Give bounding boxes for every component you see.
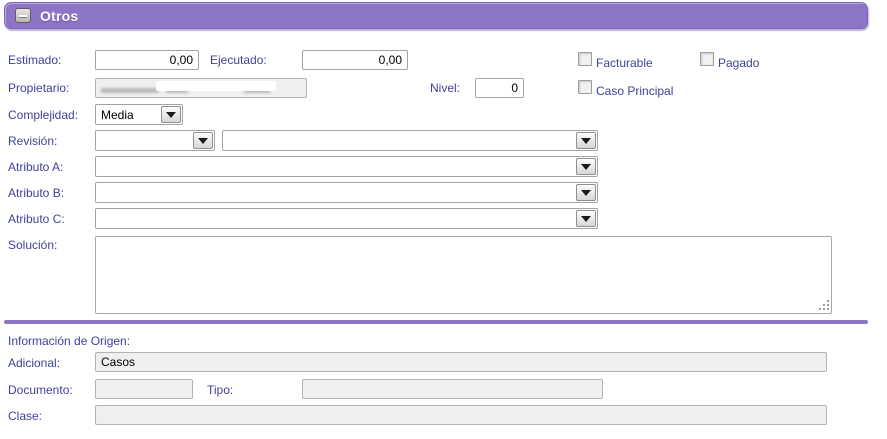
- ejecutado-input[interactable]: [302, 50, 408, 70]
- ejecutado-label: Ejecutado:: [210, 53, 267, 67]
- pagado-checkbox[interactable]: [700, 52, 714, 66]
- chevron-down-icon[interactable]: [576, 158, 596, 175]
- otros-panel: Otros Estimado: Ejecutado: Facturable Pa…: [0, 0, 887, 439]
- solucion-textarea[interactable]: [95, 236, 832, 314]
- panel-header: Otros: [4, 2, 868, 29]
- chevron-down-icon[interactable]: [576, 184, 596, 201]
- estimado-input[interactable]: [95, 50, 199, 70]
- complejidad-label: Complejidad:: [8, 108, 79, 122]
- clase-field: [95, 405, 827, 425]
- propietario-field: [95, 78, 307, 98]
- adicional-value: Casos: [101, 355, 136, 369]
- chevron-down-icon[interactable]: [161, 106, 181, 123]
- resize-grip-icon[interactable]: [819, 300, 830, 311]
- estimado-label: Estimado:: [8, 53, 62, 67]
- clase-label: Clase:: [8, 409, 43, 423]
- revision-select[interactable]: [95, 130, 215, 151]
- minus-icon: [19, 14, 27, 17]
- origen-section-label: Información de Origen:: [8, 334, 131, 348]
- caso-principal-checkbox[interactable]: [578, 80, 592, 94]
- atributo-c-select[interactable]: [95, 208, 598, 229]
- revision-label: Revisión:: [8, 134, 58, 148]
- atributo-a-select[interactable]: [95, 156, 598, 177]
- atributo-c-label: Atributo C:: [8, 212, 65, 226]
- redaction-overlay: [156, 81, 276, 91]
- chevron-down-icon[interactable]: [576, 132, 596, 149]
- atributo-b-label: Atributo B:: [8, 186, 65, 200]
- atributo-b-select[interactable]: [95, 182, 598, 203]
- chevron-down-icon[interactable]: [193, 132, 213, 149]
- complejidad-select[interactable]: Media: [95, 104, 183, 125]
- revision-detail-select[interactable]: [222, 130, 598, 151]
- adicional-label: Adicional:: [8, 356, 61, 370]
- nivel-label: Nivel:: [430, 81, 461, 95]
- facturable-label: Facturable: [596, 56, 653, 70]
- adicional-field: Casos: [95, 352, 827, 372]
- pagado-label: Pagado: [718, 56, 760, 70]
- propietario-label: Propietario:: [8, 81, 70, 95]
- panel-title: Otros: [40, 7, 79, 24]
- collapse-button[interactable]: [15, 8, 31, 23]
- tipo-label: Tipo:: [207, 383, 234, 397]
- chevron-down-icon[interactable]: [576, 210, 596, 227]
- atributo-a-label: Atributo A:: [8, 160, 64, 174]
- facturable-checkbox[interactable]: [578, 52, 592, 66]
- nivel-input[interactable]: [475, 78, 524, 98]
- documento-label: Documento:: [8, 383, 73, 397]
- tipo-field: [302, 379, 603, 399]
- section-divider: [4, 320, 868, 324]
- complejidad-value: Media: [101, 108, 134, 122]
- redacted-text: [101, 88, 159, 93]
- caso-principal-label: Caso Principal: [596, 84, 674, 98]
- documento-field: [95, 379, 193, 399]
- solucion-label: Solución:: [8, 238, 58, 252]
